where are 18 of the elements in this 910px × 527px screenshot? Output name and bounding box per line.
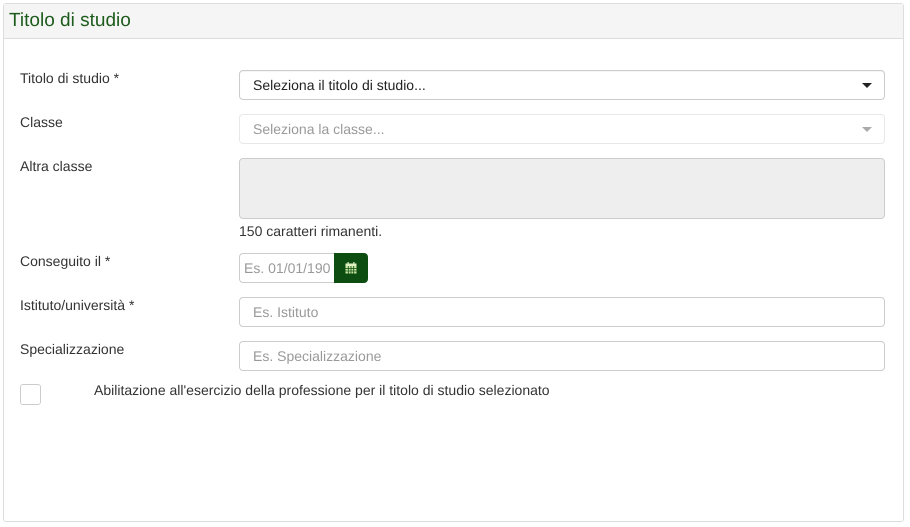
field-label: Altra classe xyxy=(20,158,94,176)
panel-title: Titolo di studio xyxy=(9,10,131,32)
field-label: Classe xyxy=(20,114,64,132)
field-label: Titolo di studio * xyxy=(20,70,120,88)
checkbox-label: Abilitazione all'esercizio della professione per il titolo di studio selezionato xyxy=(94,382,550,398)
field-label: Conseguito il * xyxy=(20,253,112,271)
checkbox[interactable] xyxy=(20,384,41,405)
field-label: Istituto/università * xyxy=(20,297,136,315)
character-counter: 150 caratteri rimanenti. xyxy=(239,223,384,239)
calendar-button[interactable] xyxy=(334,253,368,283)
caret-icon xyxy=(862,126,872,132)
input-field[interactable]: Es. Istituto xyxy=(239,297,885,327)
calendar-icon xyxy=(345,262,357,274)
field-label: Specializzazione xyxy=(20,341,126,359)
date-field[interactable]: Es. 01/01/190 xyxy=(239,253,334,283)
dropdown[interactable]: Seleziona il titolo di studio... xyxy=(239,70,885,100)
caret-icon xyxy=(862,82,872,88)
input-field[interactable]: Es. Specializzazione xyxy=(239,341,885,371)
